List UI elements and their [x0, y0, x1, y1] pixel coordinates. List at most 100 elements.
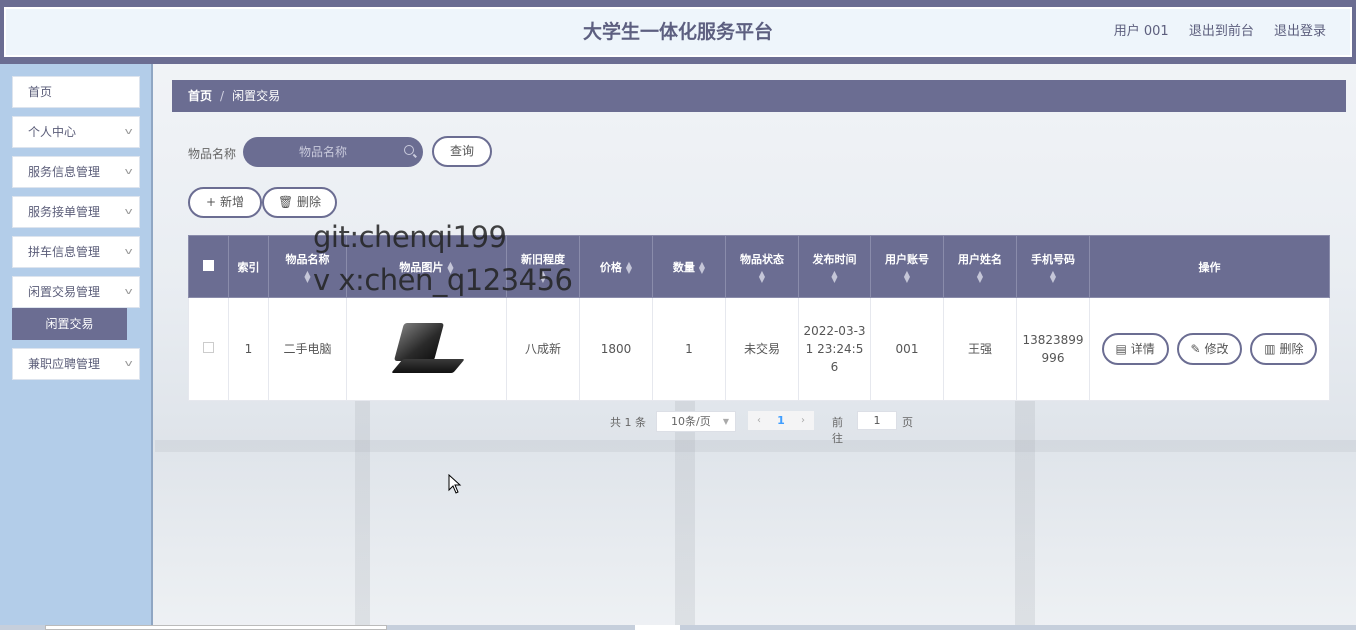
sidebar-item-label: 闲置交易管理	[28, 285, 101, 299]
chevron-down-icon: v	[124, 127, 133, 137]
document-icon: ▤	[1115, 342, 1127, 356]
chevron-down-icon: ▼	[722, 417, 729, 426]
cell-status: 未交易	[725, 297, 799, 401]
chevron-down-icon: v	[124, 167, 133, 177]
col-status[interactable]: 物品状态 ▲ ▼	[725, 235, 799, 298]
sidebar-item-personal-center[interactable]: 个人中心 v	[12, 116, 140, 148]
breadcrumb: 首页 / 闲置交易	[172, 80, 1346, 112]
pagination-total: 共 1 条	[610, 416, 646, 429]
cell-price: 1800	[579, 297, 653, 401]
header-panel: 大学生一体化服务平台 用户 001 退出到前台 退出登录	[4, 7, 1352, 57]
top-bar: 大学生一体化服务平台 用户 001 退出到前台 退出登录	[0, 0, 1356, 64]
prev-page-button[interactable]: ‹	[748, 411, 770, 430]
logout-link[interactable]: 退出登录	[1274, 24, 1326, 39]
mouse-cursor-icon	[448, 474, 462, 494]
sidebar-item-part-time[interactable]: 兼职应聘管理 v	[12, 348, 140, 380]
sidebar-item-label: 个人中心	[28, 125, 77, 139]
col-time[interactable]: 发布时间 ▲ ▼	[798, 235, 871, 298]
edit-button[interactable]: ✎ 修改	[1176, 333, 1243, 365]
trash-icon: 🗑︎	[277, 195, 294, 209]
cell-condition: 八成新	[506, 297, 580, 401]
page-size-select[interactable]: 10条/页 ▼	[656, 411, 736, 432]
plus-icon: +	[206, 195, 217, 209]
sidebar-item-carpool[interactable]: 拼车信息管理 v	[12, 236, 140, 268]
search-input[interactable]	[243, 137, 403, 167]
select-all-checkbox[interactable]	[203, 259, 214, 271]
row-checkbox[interactable]	[203, 342, 214, 353]
sort-icon[interactable]: ▲ ▼	[730, 269, 794, 283]
breadcrumb-current: 闲置交易	[232, 89, 281, 103]
items-table: 索引 物品名称 ▲ ▼ 物品图片 ▲ ▼ 新旧程度 ▲ ▼ 价格 ▲ ▼ 数量 ▲ ▼ 物品状态 ▲ ▼…	[188, 235, 1330, 401]
sort-icon[interactable]: ▲ ▼	[1021, 269, 1085, 283]
sidebar-item-label: 服务接单管理	[28, 205, 101, 219]
search-label: 物品名称	[188, 147, 237, 161]
sidebar-item-idle-trade[interactable]: 闲置交易管理 v	[12, 276, 140, 308]
sort-icon[interactable]: ▲ ▼	[626, 260, 632, 274]
table-row: 1 二手电脑 八成新 1800 1 未交易 2022-03-31 23:24:5…	[188, 297, 1330, 401]
trash-icon: ▥	[1264, 342, 1276, 356]
query-button[interactable]: 查询	[432, 136, 492, 167]
row-select-cell	[188, 297, 229, 401]
table-header-row: 索引 物品名称 ▲ ▼ 物品图片 ▲ ▼ 新旧程度 ▲ ▼ 价格 ▲ ▼ 数量 ▲ ▼ 物品状态 ▲ ▼…	[188, 235, 1330, 298]
sort-icon[interactable]: ▲ ▼	[447, 260, 453, 274]
page-unit-label: 页	[902, 416, 913, 429]
add-button-label: 新增	[219, 195, 244, 209]
col-quantity[interactable]: 数量 ▲ ▼	[652, 235, 726, 298]
goto-input[interactable]: 1	[857, 411, 897, 430]
col-index: 索引	[228, 235, 269, 298]
breadcrumb-separator: /	[220, 89, 225, 103]
cell-name: 二手电脑	[268, 297, 347, 401]
cell-time: 2022-03-31 23:24:56	[798, 297, 871, 401]
add-button[interactable]: + 新增	[188, 187, 262, 218]
sidebar-item-service-orders[interactable]: 服务接单管理 v	[12, 196, 140, 228]
main-content: 首页 / 闲置交易 物品名称 查询 + 新增 🗑︎ 删除 索引 物品名称▲▼ 物品图…	[155, 64, 1356, 630]
sidebar-item-label: 兼职应聘管理	[28, 357, 101, 371]
detail-button[interactable]: ▤ 详情	[1101, 333, 1169, 365]
col-account[interactable]: 用户账号 ▲ ▼	[870, 235, 944, 298]
chevron-up-icon: v	[124, 287, 133, 297]
col-phone[interactable]: 手机号码 ▲ ▼	[1016, 235, 1090, 298]
sort-icon[interactable]: ▲ ▼	[875, 269, 939, 283]
sort-icon[interactable]: ▲ ▼	[803, 269, 866, 283]
select-all-cell	[188, 235, 229, 298]
goto-label: 前往	[832, 416, 843, 445]
sidebar-subitem-idle-trade[interactable]: 闲置交易	[12, 308, 127, 340]
sidebar-item-service-info[interactable]: 服务信息管理 v	[12, 156, 140, 188]
cell-index: 1	[228, 297, 269, 401]
col-actions: 操作	[1089, 235, 1330, 298]
top-links: 用户 001 退出到前台 退出登录	[1098, 9, 1326, 55]
sort-icon[interactable]: ▲ ▼	[273, 269, 342, 283]
breadcrumb-home[interactable]: 首页	[188, 89, 212, 103]
sidebar-item-label: 服务信息管理	[28, 165, 101, 179]
batch-delete-button[interactable]: 🗑︎ 删除	[262, 187, 337, 218]
col-price[interactable]: 价格 ▲ ▼	[579, 235, 653, 298]
delete-button-label: 删除	[297, 195, 322, 209]
chevron-down-icon: v	[124, 207, 133, 217]
sort-icon[interactable]: ▲ ▼	[511, 269, 575, 283]
chevron-down-icon: v	[124, 359, 133, 369]
exit-to-front-link[interactable]: 退出到前台	[1189, 24, 1254, 39]
col-image[interactable]: 物品图片 ▲ ▼	[346, 235, 507, 298]
pencil-icon: ✎	[1190, 342, 1201, 356]
search-icon	[404, 145, 414, 155]
cell-quantity: 1	[652, 297, 726, 401]
sort-icon[interactable]: ▲ ▼	[948, 269, 1012, 283]
bottom-strip	[0, 625, 1356, 630]
col-username[interactable]: 用户姓名 ▲ ▼	[943, 235, 1017, 298]
delete-button[interactable]: ▥ 删除	[1250, 333, 1318, 365]
sidebar: 首页 个人中心 v 服务信息管理 v 服务接单管理 v 拼车信息管理 v 闲置交…	[0, 64, 153, 630]
cell-image	[346, 297, 507, 401]
sidebar-item-label: 首页	[28, 85, 53, 99]
col-condition[interactable]: 新旧程度 ▲ ▼	[506, 235, 580, 298]
sidebar-item-home[interactable]: 首页	[12, 76, 140, 108]
user-label: 用户 001	[1113, 24, 1169, 39]
cell-phone: 13823899996	[1016, 297, 1090, 401]
chevron-down-icon: v	[124, 247, 133, 257]
cell-username: 王强	[943, 297, 1017, 401]
col-name[interactable]: 物品名称 ▲ ▼	[268, 235, 347, 298]
sort-icon[interactable]: ▲ ▼	[699, 260, 705, 274]
cell-actions: ▤ 详情 ✎ 修改 ▥ 删除	[1089, 297, 1330, 401]
next-page-button[interactable]: ›	[792, 411, 814, 430]
cell-account: 001	[870, 297, 944, 401]
page-number[interactable]: 1	[770, 411, 792, 430]
